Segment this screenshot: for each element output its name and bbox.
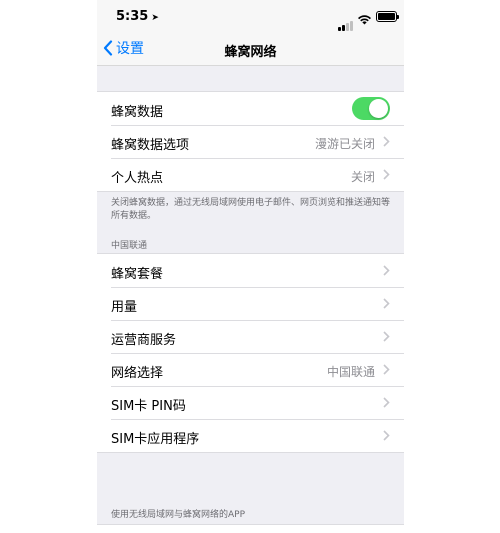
cellular-data-footnote: 关闭蜂窝数据，通过无线局域网使用电子邮件、网页浏览和推送通知等所有数据。 (111, 198, 391, 221)
wifi-icon (357, 10, 372, 29)
signal-bar (338, 27, 341, 31)
battery-icon (376, 11, 399, 22)
battery-fill (378, 13, 395, 20)
status-time-text: 5:35 (116, 9, 149, 24)
sim-applications-label: SIM卡应用程序 (111, 432, 200, 447)
chevron-right-icon (383, 265, 390, 276)
sim-applications-row[interactable]: SIM卡应用程序 (97, 419, 404, 452)
chevron-right-icon (383, 364, 390, 375)
cellular-data-toggle[interactable] (352, 97, 390, 120)
chevron-right-icon (383, 430, 390, 441)
location-arrow-icon: ➤ (151, 13, 159, 23)
page-title: 蜂窝网络 (224, 45, 277, 60)
cellular-plan-row[interactable]: 蜂窝套餐 (97, 254, 404, 287)
carrier-services-label: 运营商服务 (111, 333, 177, 348)
signal-bar (350, 21, 353, 31)
chevron-right-icon (383, 298, 390, 309)
personal-hotspot-label: 个人热点 (111, 171, 164, 186)
signal-bar (342, 25, 345, 31)
chevron-right-icon (383, 397, 390, 408)
usage-row[interactable]: 用量 (97, 287, 404, 320)
status-bar: 5:35 ➤ (97, 0, 404, 34)
navigation-bar: 设置 蜂窝网络 (97, 34, 404, 66)
phone-screen: 5:35 ➤ 设置 蜂窝网络 蜂窝数据 蜂窝数据选项 漫游已关闭 个人热点 关闭… (97, 0, 404, 533)
carrier-settings-group: 蜂窝套餐 用量 运营商服务 网络选择 中国联通 SIM卡 PIN码 SIM卡应用… (97, 253, 404, 453)
cellular-plan-label: 蜂窝套餐 (111, 267, 164, 282)
cellular-data-label: 蜂窝数据 (111, 105, 164, 120)
carrier-section-header: 中国联通 (111, 241, 148, 251)
chevron-right-icon (383, 136, 390, 147)
status-time: 5:35 ➤ (116, 9, 159, 24)
apps-section-header: 使用无线局域网与蜂窝网络的APP (111, 510, 246, 520)
carrier-services-row[interactable]: 运营商服务 (97, 320, 404, 353)
cellular-settings-group: 蜂窝数据 蜂窝数据选项 漫游已关闭 个人热点 关闭 (97, 91, 404, 192)
chevron-right-icon (383, 331, 390, 342)
network-selection-row[interactable]: 网络选择 中国联通 (97, 353, 404, 386)
sim-pin-label: SIM卡 PIN码 (111, 399, 186, 414)
network-selection-label: 网络选择 (111, 366, 164, 381)
cellular-data-options-row[interactable]: 蜂窝数据选项 漫游已关闭 (97, 125, 404, 158)
signal-bar (346, 23, 349, 31)
network-selection-value: 中国联通 (326, 365, 375, 379)
roaming-status-value: 漫游已关闭 (314, 137, 375, 151)
cellular-signal-icon (338, 12, 354, 31)
sim-pin-row[interactable]: SIM卡 PIN码 (97, 386, 404, 419)
usage-label: 用量 (111, 300, 138, 315)
cellular-data-row: 蜂窝数据 (97, 92, 404, 125)
hotspot-status-value: 关闭 (350, 170, 375, 184)
toggle-knob (369, 99, 388, 118)
cellular-data-options-label: 蜂窝数据选项 (111, 138, 190, 153)
apps-list-group (97, 524, 404, 533)
personal-hotspot-row[interactable]: 个人热点 关闭 (97, 158, 404, 191)
chevron-right-icon (383, 169, 390, 180)
